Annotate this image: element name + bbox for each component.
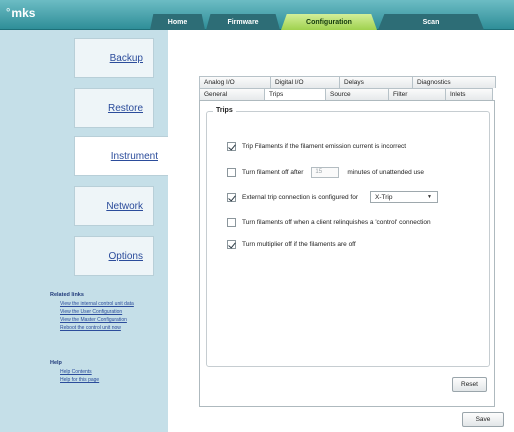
option-client-relinquish: Turn filaments off when a client relinqu… bbox=[227, 216, 431, 228]
config-tabs-row-2: General Trips Source Filter Inlets bbox=[199, 88, 493, 100]
tab-configuration[interactable]: Configuration bbox=[281, 14, 377, 30]
timeout-minutes-input[interactable]: 15 bbox=[311, 166, 340, 178]
tab-source[interactable]: Source bbox=[325, 88, 389, 100]
tab-digital-io[interactable]: Digital I/O bbox=[270, 76, 340, 88]
trips-fieldset: Trips Trip Filaments if the filament emi… bbox=[206, 107, 490, 367]
multiplier-off-checkbox[interactable] bbox=[227, 239, 236, 249]
dropdown-arrow-icon: ▼ bbox=[427, 194, 432, 200]
sidebar-item-network[interactable]: Network bbox=[74, 186, 154, 226]
option-external-trip: External trip connection is configured f… bbox=[227, 191, 438, 203]
mks-logo: ° mks bbox=[6, 6, 36, 20]
tab-diagnostics[interactable]: Diagnostics bbox=[412, 76, 496, 88]
sidebar-item-options[interactable]: Options bbox=[74, 236, 154, 276]
related-link-user-config[interactable]: View the User Configuration bbox=[60, 309, 122, 315]
help-link-contents[interactable]: Help Contents bbox=[60, 369, 92, 375]
tab-scan[interactable]: Scan bbox=[378, 14, 484, 30]
trips-panel: Trips Trip Filaments if the filament emi… bbox=[199, 100, 495, 407]
trips-legend: Trips bbox=[213, 107, 236, 114]
tab-analog-io[interactable]: Analog I/O bbox=[199, 76, 271, 88]
tab-firmware[interactable]: Firmware bbox=[206, 14, 280, 30]
option-trip-filaments: Trip Filaments if the filament emission … bbox=[227, 140, 406, 152]
tab-home[interactable]: Home bbox=[150, 14, 205, 30]
option-multiplier-off: Turn multiplier off if the filaments are… bbox=[227, 238, 356, 250]
related-link-master-config[interactable]: View the Master Configuration bbox=[60, 317, 127, 323]
reset-button[interactable]: Reset bbox=[452, 377, 487, 392]
sidebar: Backup Restore Instrument Network Option… bbox=[0, 30, 168, 432]
client-relinquish-checkbox[interactable] bbox=[227, 217, 236, 227]
trip-filaments-checkbox[interactable] bbox=[227, 141, 236, 151]
external-trip-checkbox[interactable] bbox=[227, 192, 236, 202]
save-button[interactable]: Save bbox=[462, 412, 504, 427]
tab-general[interactable]: General bbox=[199, 88, 265, 100]
sidebar-item-instrument[interactable]: Instrument bbox=[74, 136, 168, 176]
help-title: Help bbox=[50, 360, 62, 366]
tab-filter[interactable]: Filter bbox=[388, 88, 446, 100]
tab-inlets[interactable]: Inlets bbox=[445, 88, 493, 100]
external-trip-select[interactable]: X-Trip ▼ bbox=[369, 191, 438, 203]
sidebar-item-backup[interactable]: Backup bbox=[74, 38, 154, 78]
sidebar-item-restore[interactable]: Restore bbox=[74, 88, 154, 128]
option-filament-timeout: Turn filament off after 15 minutes of un… bbox=[227, 166, 424, 178]
related-links-title: Related links bbox=[50, 292, 84, 298]
tab-delays[interactable]: Delays bbox=[339, 76, 413, 88]
filament-timeout-checkbox[interactable] bbox=[227, 167, 236, 177]
config-tabs-row-1: Analog I/O Digital I/O Delays Diagnostic… bbox=[199, 76, 496, 88]
app-header: ° mks Home Firmware Configuration Scan bbox=[0, 0, 514, 30]
tab-trips[interactable]: Trips bbox=[264, 88, 326, 100]
related-link-internal-data[interactable]: View the internal control unit data bbox=[60, 301, 134, 307]
help-link-this-page[interactable]: Help for this page bbox=[60, 377, 99, 383]
related-link-reboot[interactable]: Reboot the control unit now bbox=[60, 325, 121, 331]
